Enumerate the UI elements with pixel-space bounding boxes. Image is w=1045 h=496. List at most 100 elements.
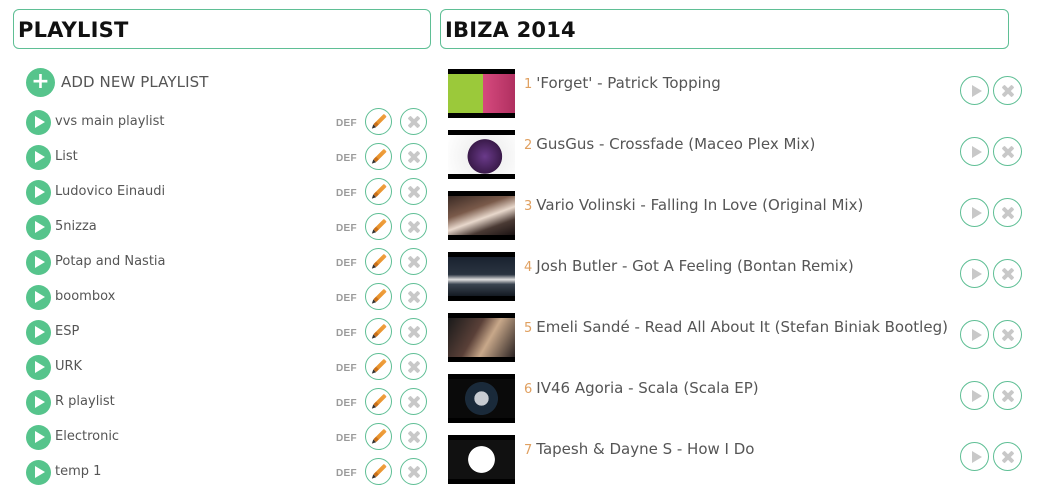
track-row[interactable]: 7 Tapesh & Dayne S - How I Do — [448, 434, 1038, 495]
delete-playlist-button[interactable] — [400, 353, 427, 380]
edit-playlist-button[interactable] — [365, 423, 392, 450]
def-label[interactable]: DEF — [336, 293, 357, 304]
edit-playlist-button[interactable] — [365, 108, 392, 135]
track-row[interactable]: 3 Vario Volinski - Falling In Love (Origi… — [448, 190, 1038, 251]
play-icon[interactable] — [26, 145, 51, 170]
delete-playlist-button[interactable] — [400, 458, 427, 485]
plus-icon[interactable]: + — [26, 67, 55, 97]
track-title[interactable]: 7 Tapesh & Dayne S - How I Do — [524, 440, 754, 458]
edit-playlist-button[interactable] — [365, 353, 392, 380]
delete-playlist-button[interactable] — [400, 108, 427, 135]
playlist-item[interactable]: vvs main playlist DEF — [26, 105, 436, 140]
remove-track-button[interactable] — [993, 320, 1022, 349]
playlist-name[interactable]: Electronic — [55, 429, 119, 444]
delete-playlist-button[interactable] — [400, 143, 427, 170]
playlist-name[interactable]: Potap and Nastia — [55, 254, 166, 269]
playlist-name[interactable]: Ludovico Einaudi — [55, 184, 165, 199]
delete-playlist-button[interactable] — [400, 178, 427, 205]
playlist-item[interactable]: List DEF — [26, 140, 436, 175]
def-label[interactable]: DEF — [336, 118, 357, 129]
track-row[interactable]: 2 GusGus - Crossfade (Maceo Plex Mix) — [448, 129, 1038, 190]
playlist-item[interactable]: Potap and Nastia DEF — [26, 245, 436, 280]
play-icon[interactable] — [26, 285, 51, 310]
delete-playlist-button[interactable] — [400, 388, 427, 415]
play-icon[interactable] — [26, 180, 51, 205]
delete-playlist-button[interactable] — [400, 248, 427, 275]
remove-track-button[interactable] — [993, 76, 1022, 105]
delete-playlist-button[interactable] — [400, 283, 427, 310]
track-title[interactable]: 3 Vario Volinski - Falling In Love (Origi… — [524, 196, 863, 214]
play-track-button[interactable] — [960, 198, 989, 227]
play-track-button[interactable] — [960, 137, 989, 166]
remove-track-button[interactable] — [993, 137, 1022, 166]
track-title-text: Josh Butler - Got A Feeling (Bontan Remi… — [536, 257, 854, 275]
def-label[interactable]: DEF — [336, 468, 357, 479]
track-title[interactable]: 4 Josh Butler - Got A Feeling (Bontan Rem… — [524, 257, 854, 275]
play-icon[interactable] — [26, 460, 51, 485]
play-track-button[interactable] — [960, 320, 989, 349]
remove-track-button[interactable] — [993, 198, 1022, 227]
def-label[interactable]: DEF — [336, 398, 357, 409]
playlist-name[interactable]: URK — [55, 359, 82, 374]
play-icon[interactable] — [26, 320, 51, 345]
playlist-name[interactable]: vvs main playlist — [55, 114, 165, 129]
remove-track-button[interactable] — [993, 381, 1022, 410]
playlist-item[interactable]: Electronic DEF — [26, 420, 436, 455]
def-label[interactable]: DEF — [336, 363, 357, 374]
play-track-button[interactable] — [960, 381, 989, 410]
add-new-playlist-button[interactable]: + ADD NEW PLAYLIST — [26, 67, 209, 97]
play-track-button[interactable] — [960, 76, 989, 105]
playlist-item[interactable]: R playlist DEF — [26, 385, 436, 420]
track-title[interactable]: 2 GusGus - Crossfade (Maceo Plex Mix) — [524, 135, 815, 153]
def-label[interactable]: DEF — [336, 153, 357, 164]
track-title[interactable]: 5 Emeli Sandé - Read All About It (Stefan… — [524, 318, 948, 336]
track-row[interactable]: 4 Josh Butler - Got A Feeling (Bontan Rem… — [448, 251, 1038, 312]
def-label[interactable]: DEF — [336, 223, 357, 234]
play-track-button[interactable] — [960, 442, 989, 471]
edit-playlist-button[interactable] — [365, 458, 392, 485]
playlist-name[interactable]: boombox — [55, 289, 115, 304]
track-thumbnail — [448, 130, 515, 179]
play-icon[interactable] — [26, 110, 51, 135]
edit-playlist-button[interactable] — [365, 318, 392, 345]
edit-playlist-button[interactable] — [365, 213, 392, 240]
playlist-item[interactable]: URK DEF — [26, 350, 436, 385]
delete-playlist-button[interactable] — [400, 423, 427, 450]
delete-playlist-button[interactable] — [400, 318, 427, 345]
add-new-playlist-label[interactable]: ADD NEW PLAYLIST — [61, 73, 209, 91]
play-icon[interactable] — [26, 425, 51, 450]
def-label[interactable]: DEF — [336, 258, 357, 269]
def-label[interactable]: DEF — [336, 433, 357, 444]
def-label[interactable]: DEF — [336, 328, 357, 339]
play-track-button[interactable] — [960, 259, 989, 288]
playlist-name[interactable]: List — [55, 149, 78, 164]
playlist-name[interactable]: temp 1 — [55, 464, 101, 479]
remove-track-button[interactable] — [993, 259, 1022, 288]
play-icon[interactable] — [26, 215, 51, 240]
edit-playlist-button[interactable] — [365, 143, 392, 170]
playlist-item[interactable]: boombox DEF — [26, 280, 436, 315]
track-row[interactable]: 6 IV46 Agoria - Scala (Scala EP) — [448, 373, 1038, 434]
play-icon[interactable] — [26, 250, 51, 275]
playlist-name[interactable]: 5nizza — [55, 219, 97, 234]
edit-playlist-button[interactable] — [365, 388, 392, 415]
track-title-text: Vario Volinski - Falling In Love (Origin… — [536, 196, 864, 214]
playlist-name[interactable]: R playlist — [55, 394, 115, 409]
playlist-item[interactable]: temp 1 DEF — [26, 455, 436, 490]
track-row[interactable]: 1 'Forget' - Patrick Topping — [448, 68, 1038, 129]
def-label[interactable]: DEF — [336, 188, 357, 199]
remove-track-button[interactable] — [993, 442, 1022, 471]
playlist-item[interactable]: 5nizza DEF — [26, 210, 436, 245]
track-title[interactable]: 6 IV46 Agoria - Scala (Scala EP) — [524, 379, 759, 397]
track-title[interactable]: 1 'Forget' - Patrick Topping — [524, 74, 721, 92]
play-icon[interactable] — [26, 355, 51, 380]
edit-playlist-button[interactable] — [365, 248, 392, 275]
delete-playlist-button[interactable] — [400, 213, 427, 240]
playlist-name[interactable]: ESP — [55, 324, 79, 339]
play-icon[interactable] — [26, 390, 51, 415]
playlist-item[interactable]: ESP DEF — [26, 315, 436, 350]
playlist-item[interactable]: Ludovico Einaudi DEF — [26, 175, 436, 210]
track-row[interactable]: 5 Emeli Sandé - Read All About It (Stefan… — [448, 312, 1038, 373]
edit-playlist-button[interactable] — [365, 178, 392, 205]
edit-playlist-button[interactable] — [365, 283, 392, 310]
